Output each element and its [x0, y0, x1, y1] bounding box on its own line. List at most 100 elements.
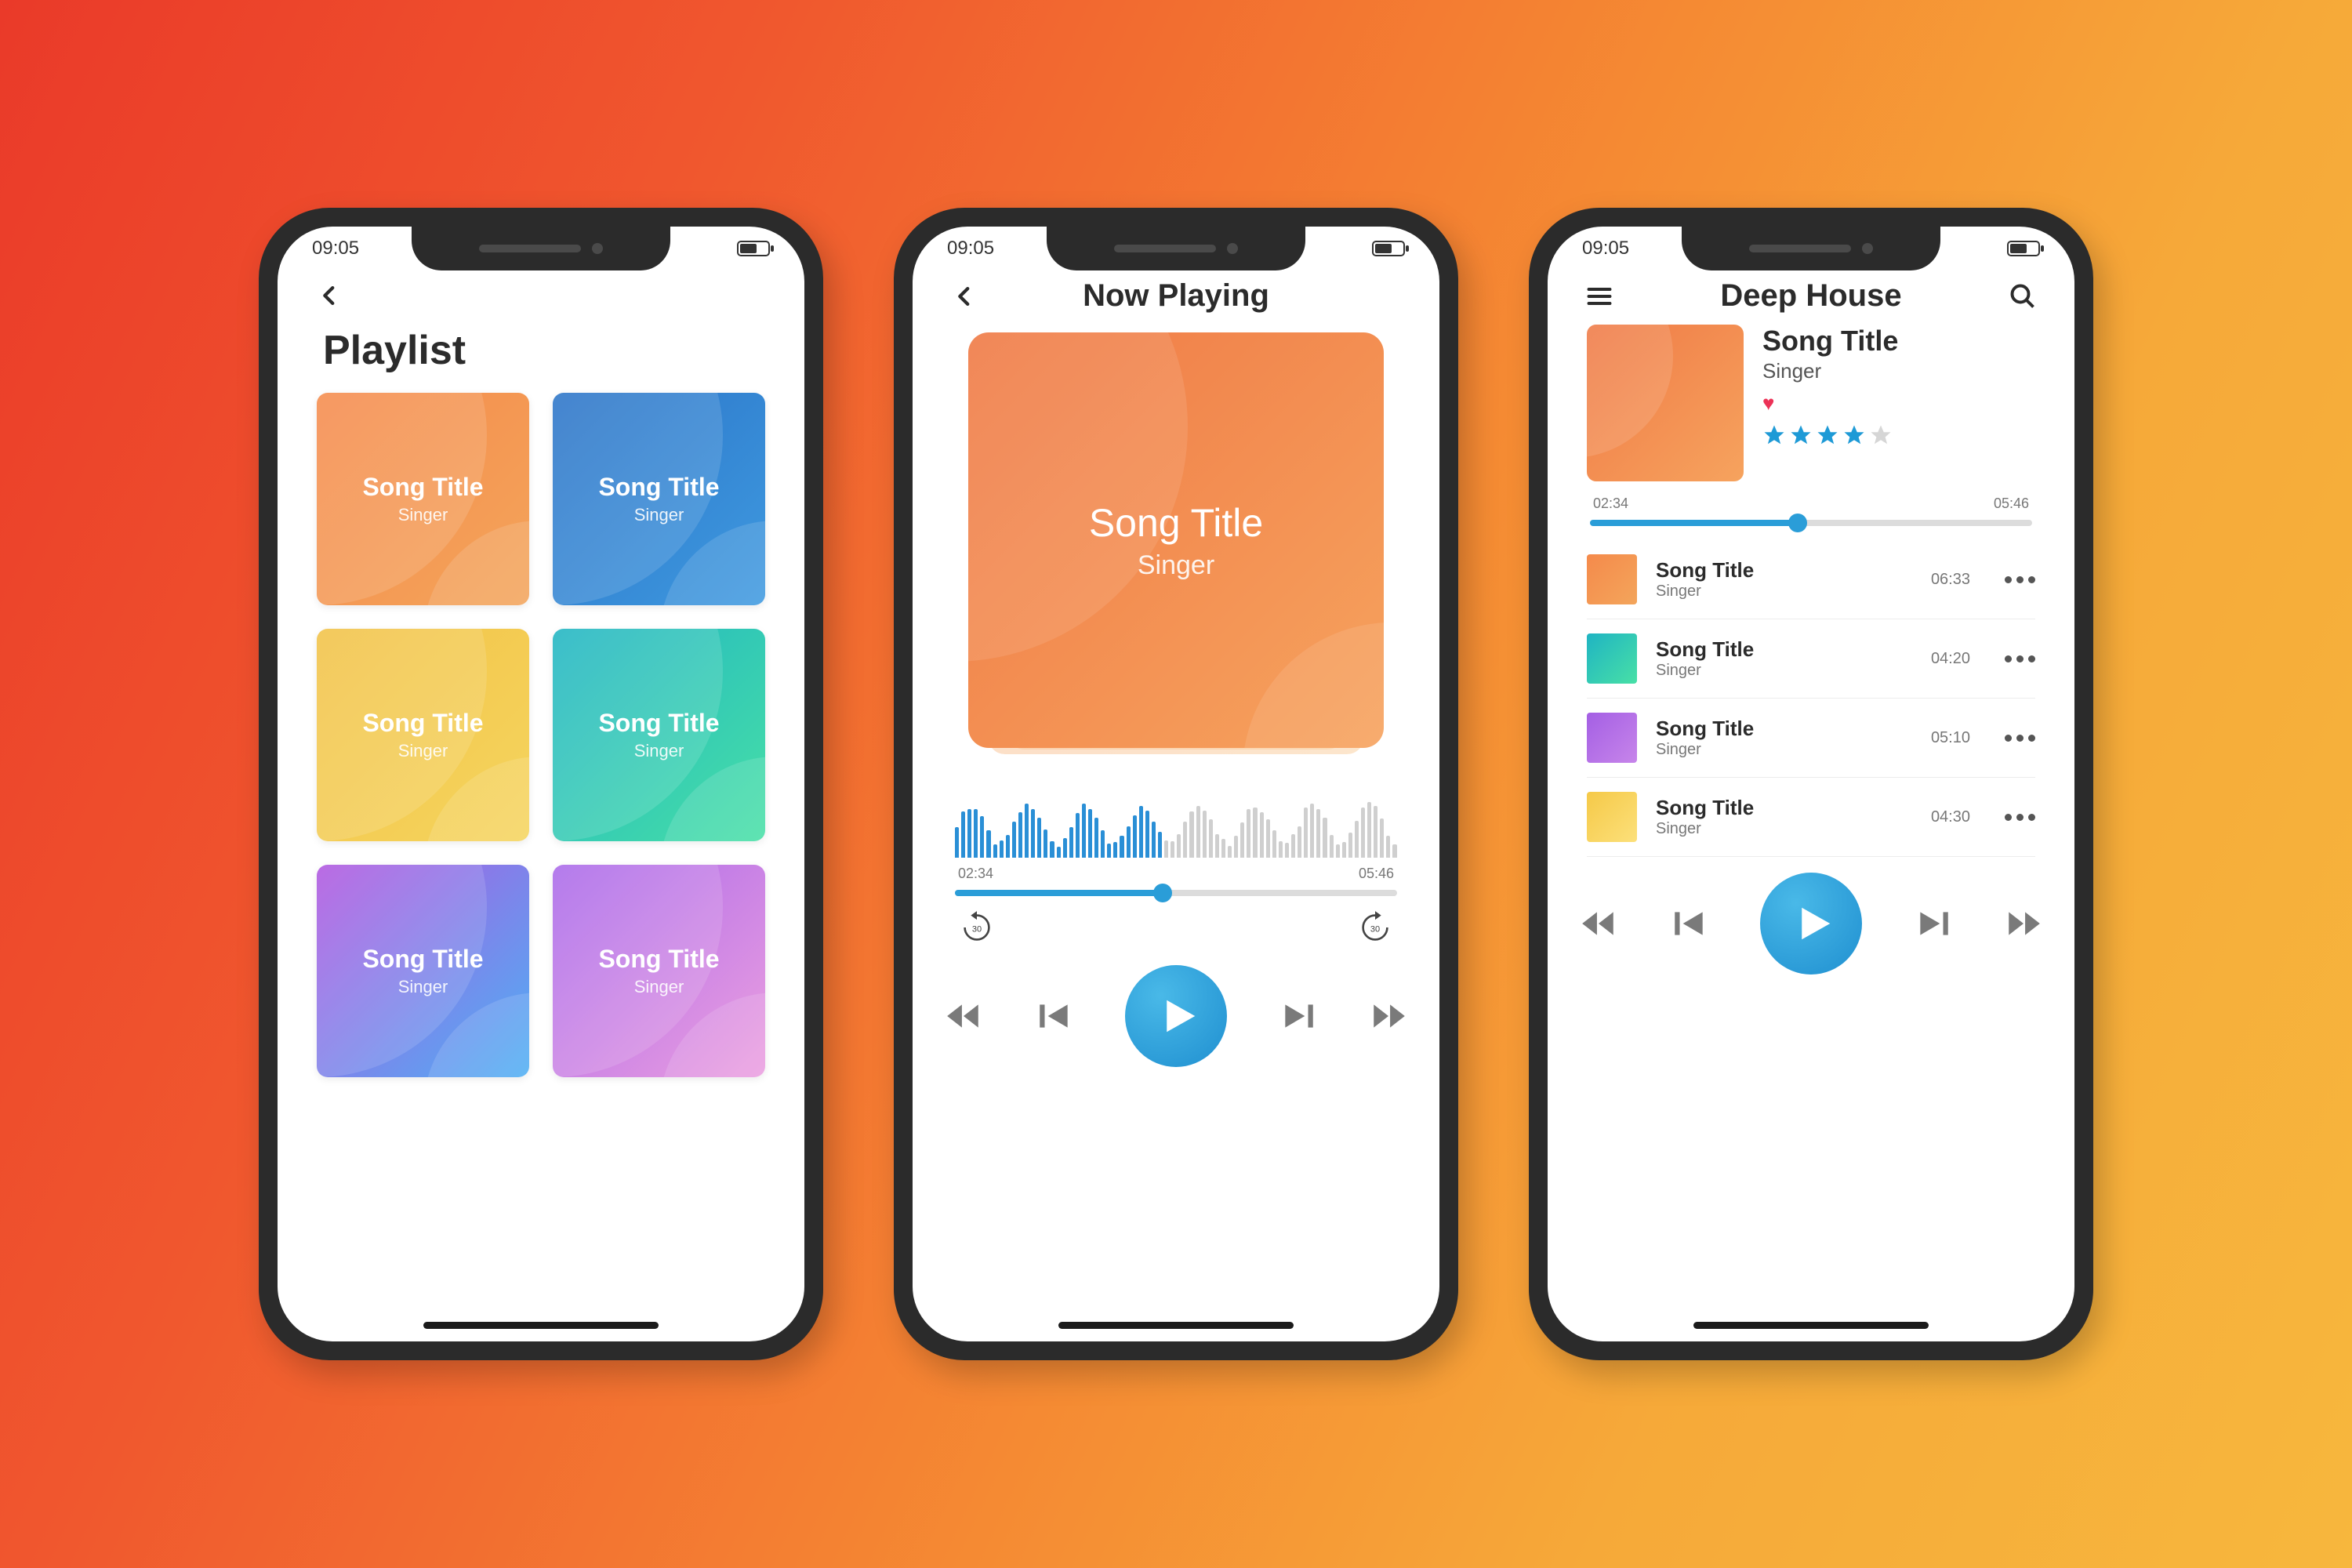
previous-button[interactable] — [1035, 996, 1074, 1036]
featured-art — [1587, 325, 1744, 481]
notch — [412, 227, 670, 270]
card-artist: Singer — [634, 977, 684, 997]
featured-artist: Singer — [1762, 359, 1898, 383]
chevron-left-icon — [951, 283, 978, 310]
phone-playlist: 09:05 Playlist Song Title Singer Song Ti… — [259, 208, 823, 1360]
back-button[interactable] — [312, 278, 347, 313]
play-button[interactable] — [1760, 873, 1862, 975]
next-button[interactable] — [1279, 996, 1318, 1036]
playlist-card[interactable]: Song Title Singer — [317, 629, 529, 841]
progress-bar[interactable] — [955, 890, 1397, 896]
time-elapsed: 02:34 — [1593, 495, 1628, 512]
track-artist: Singer — [1656, 662, 1912, 680]
player-controls — [1579, 873, 2043, 975]
star-icon — [1789, 423, 1813, 447]
forward-30-icon: 30 — [1358, 910, 1392, 945]
previous-button[interactable] — [1670, 904, 1709, 943]
track-thumb — [1587, 633, 1637, 684]
waveform[interactable] — [955, 803, 1397, 858]
track-list: Song Title Singer 06:33 Song Title Singe… — [1548, 540, 2074, 857]
card-artist: Singer — [398, 977, 448, 997]
status-time: 09:05 — [1582, 238, 1629, 260]
search-icon — [2009, 282, 2037, 310]
battery-icon — [2007, 241, 2040, 256]
track-row[interactable]: Song Title Singer 04:30 — [1587, 778, 2035, 857]
track-duration: 06:33 — [1931, 571, 1970, 589]
track-duration: 04:30 — [1931, 808, 1970, 826]
page-title: Now Playing — [1083, 278, 1269, 314]
menu-button[interactable] — [1582, 279, 1617, 314]
track-artist: Singer — [1656, 583, 1912, 601]
track-more-button[interactable] — [2005, 814, 2035, 821]
phone-tracklist: 09:05 Deep House Song Title Singer ♥ 02:… — [1529, 208, 2093, 1360]
track-duration: 05:10 — [1931, 729, 1970, 747]
rating-stars[interactable] — [1762, 423, 1898, 447]
card-title: Song Title — [362, 945, 483, 974]
notch — [1682, 227, 1940, 270]
rewind-button[interactable] — [1579, 904, 1618, 943]
track-title: Song Title — [1656, 717, 1912, 741]
progress-knob[interactable] — [1153, 884, 1172, 902]
card-title: Song Title — [362, 473, 483, 502]
playlist-card[interactable]: Song Title Singer — [553, 629, 765, 841]
card-title: Song Title — [362, 709, 483, 738]
play-icon — [1793, 902, 1835, 945]
album-art[interactable]: Song Title Singer — [968, 332, 1384, 771]
svg-text:30: 30 — [972, 925, 982, 935]
home-indicator[interactable] — [1693, 1322, 1929, 1329]
time-total: 05:46 — [1994, 495, 2029, 512]
play-button[interactable] — [1125, 965, 1227, 1067]
card-artist: Singer — [398, 741, 448, 761]
track-more-button[interactable] — [2005, 576, 2035, 583]
star-icon — [1869, 423, 1893, 447]
track-thumb — [1587, 554, 1637, 604]
track-duration: 04:20 — [1931, 650, 1970, 668]
star-icon — [1816, 423, 1839, 447]
player-controls — [944, 965, 1408, 1067]
progress-bar[interactable] — [1590, 520, 2032, 526]
fast-forward-button[interactable] — [2004, 904, 2043, 943]
playlist-grid: Song Title Singer Song Title Singer Song… — [278, 393, 804, 1077]
star-icon — [1842, 423, 1866, 447]
card-title: Song Title — [598, 945, 719, 974]
playlist-card[interactable]: Song Title Singer — [553, 865, 765, 1077]
play-icon — [1158, 995, 1200, 1037]
track-title: Song Title — [1656, 796, 1912, 820]
seek-fwd-30-button[interactable]: 30 — [1358, 910, 1392, 945]
card-artist: Singer — [634, 505, 684, 525]
card-artist: Singer — [634, 741, 684, 761]
track-row[interactable]: Song Title Singer 06:33 — [1587, 540, 2035, 619]
back-button[interactable] — [947, 279, 982, 314]
card-title: Song Title — [598, 473, 719, 502]
track-row[interactable]: Song Title Singer 04:20 — [1587, 619, 2035, 699]
battery-icon — [737, 241, 770, 256]
playlist-card[interactable]: Song Title Singer — [553, 393, 765, 605]
favorite-button[interactable]: ♥ — [1762, 391, 1898, 416]
track-row[interactable]: Song Title Singer 05:10 — [1587, 699, 2035, 778]
playlist-card[interactable]: Song Title Singer — [317, 865, 529, 1077]
track-more-button[interactable] — [2005, 655, 2035, 662]
time-elapsed: 02:34 — [958, 866, 993, 882]
phone-now-playing: 09:05 Now Playing Song Title Singer 02:3… — [894, 208, 1458, 1360]
track-more-button[interactable] — [2005, 735, 2035, 742]
search-button[interactable] — [2005, 279, 2040, 314]
seek-back-30-button[interactable]: 30 — [960, 910, 994, 945]
playlist-card[interactable]: Song Title Singer — [317, 393, 529, 605]
track-title: Song Title — [1656, 637, 1912, 662]
fast-forward-button[interactable] — [1369, 996, 1408, 1036]
progress-knob[interactable] — [1788, 514, 1807, 532]
next-button[interactable] — [1914, 904, 1953, 943]
home-indicator[interactable] — [1058, 1322, 1294, 1329]
replay-30-icon: 30 — [960, 910, 994, 945]
chevron-left-icon — [316, 282, 343, 309]
home-indicator[interactable] — [423, 1322, 659, 1329]
rewind-button[interactable] — [944, 996, 983, 1036]
featured-title: Song Title — [1762, 325, 1898, 358]
track-thumb — [1587, 713, 1637, 763]
album-title: Song Title — [1089, 500, 1263, 546]
track-artist: Singer — [1656, 741, 1912, 759]
track-artist: Singer — [1656, 820, 1912, 838]
featured-track[interactable]: Song Title Singer ♥ — [1548, 318, 2074, 495]
star-icon — [1762, 423, 1786, 447]
card-title: Song Title — [598, 709, 719, 738]
